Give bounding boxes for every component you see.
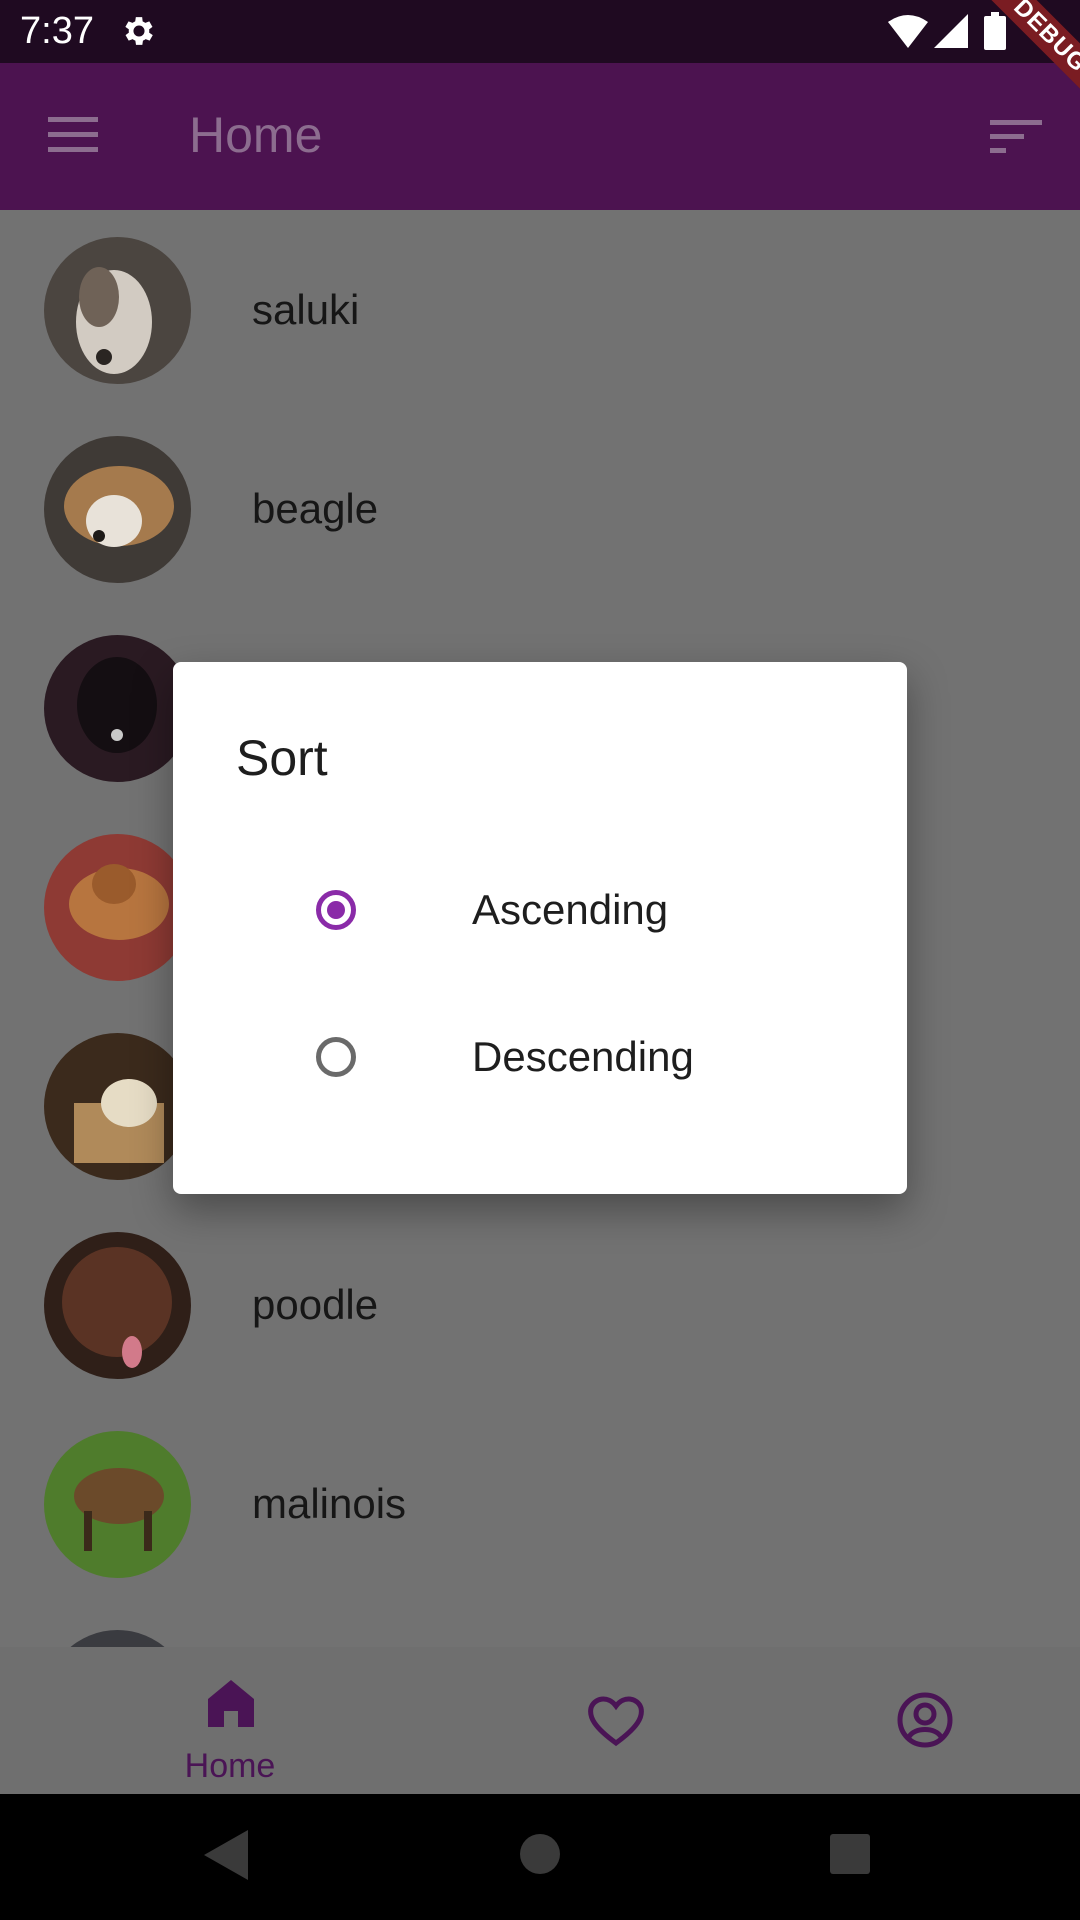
radio-ascending[interactable] <box>316 890 356 930</box>
dialog-title: Sort <box>236 730 328 786</box>
sort-option-label: Ascending <box>472 886 669 933</box>
system-navigation-bar <box>0 1794 1080 1920</box>
recents-button[interactable] <box>830 1834 870 1874</box>
sort-option-label: Descending <box>472 1033 694 1080</box>
sort-option-ascending[interactable]: Ascending <box>300 858 860 968</box>
radio-descending[interactable] <box>316 1037 356 1077</box>
back-icon[interactable] <box>204 1830 248 1880</box>
sort-option-descending[interactable]: Descending <box>300 1005 860 1115</box>
home-button[interactable] <box>520 1834 560 1874</box>
